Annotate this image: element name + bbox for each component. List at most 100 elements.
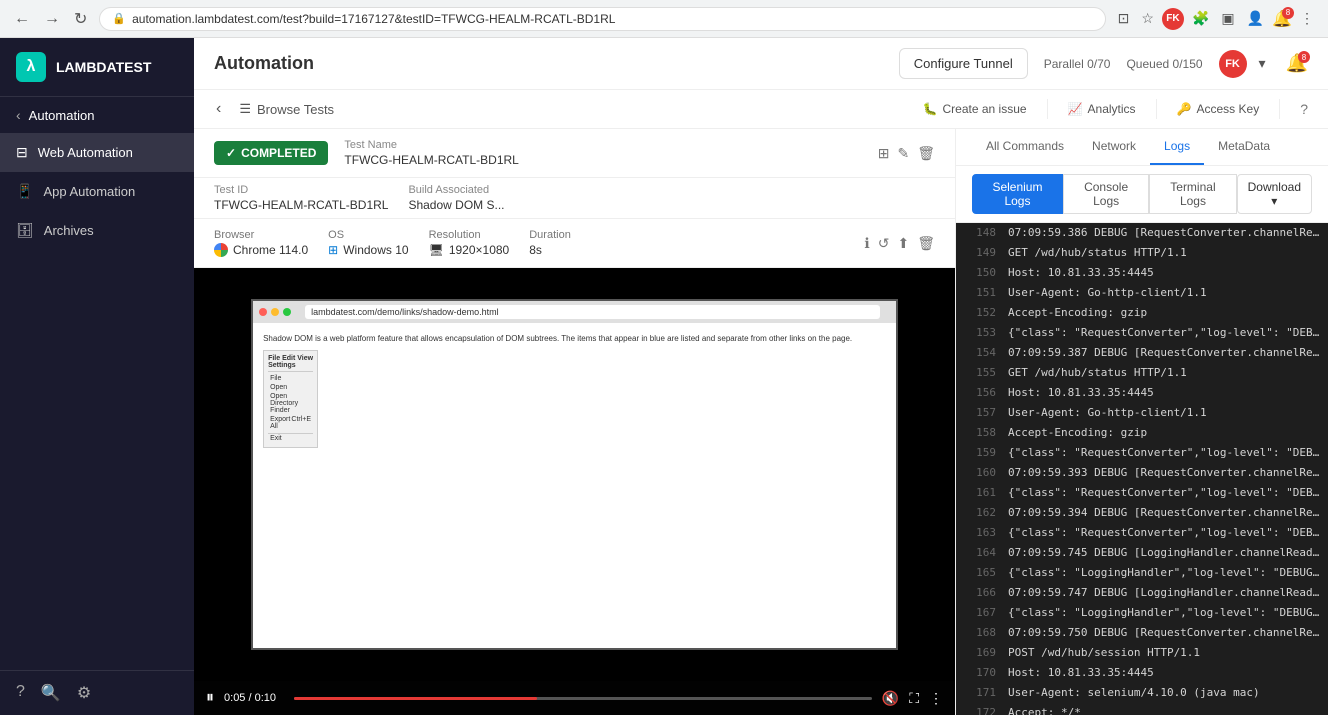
log-line-number: 152: [964, 304, 996, 322]
cast-icon[interactable]: ⊡: [1114, 6, 1134, 31]
log-tab-terminal[interactable]: Terminal Logs: [1149, 174, 1236, 214]
log-line-number: 172: [964, 704, 996, 715]
tab-logs[interactable]: Logs: [1150, 129, 1204, 165]
os-label: OS: [328, 229, 408, 241]
content-area: Automation Configure Tunnel Parallel 0/7…: [194, 38, 1328, 715]
time-display: 0:05 / 0:10: [224, 692, 284, 704]
forward-button[interactable]: →: [40, 6, 64, 32]
os-value-row: ⊞ Windows 10: [328, 243, 408, 257]
more-options-btn[interactable]: ⋮: [929, 690, 943, 707]
log-tabs-bar: Selenium Logs Console Logs Terminal Logs…: [956, 166, 1328, 223]
browser-meta-actions: ℹ ↺ ⬆ 🗑: [864, 235, 935, 252]
os-name: Windows 10: [343, 243, 408, 257]
log-tab-console[interactable]: Console Logs: [1063, 174, 1149, 214]
download-btn[interactable]: Download ▾: [1237, 174, 1312, 214]
log-line: 14807:09:59.386 DEBUG [RequestConverter.…: [956, 223, 1328, 243]
log-line-number: 155: [964, 364, 996, 382]
log-line-text: Host: 10.81.33.35:4445: [1008, 264, 1154, 282]
trash-icon-btn[interactable]: 🗑: [917, 235, 935, 252]
app-header: Automation Configure Tunnel Parallel 0/7…: [194, 38, 1328, 90]
delete-icon-btn[interactable]: 🗑: [917, 145, 935, 162]
duration-detail: Duration 8s: [529, 229, 571, 257]
profile-icon[interactable]: 👤: [1243, 6, 1268, 31]
extension-icon[interactable]: 🧩: [1188, 6, 1213, 31]
create-issue-btn[interactable]: 🐛 Create an issue: [923, 102, 1027, 116]
fullscreen-btn[interactable]: ⛶: [909, 690, 919, 707]
video-preview: lambdatest.com/demo/links/shadow-demo.ht…: [194, 268, 955, 681]
log-line-text: 07:09:59.393 DEBUG [RequestConverter.cha…: [1008, 464, 1320, 482]
edit-icon-btn[interactable]: ✎: [897, 145, 909, 162]
sidebar-item-archives[interactable]: 🗄 Archives: [0, 211, 194, 250]
search-footer-icon[interactable]: 🔍: [41, 683, 61, 703]
menu-icon[interactable]: ⋮: [1296, 6, 1318, 31]
separator-2: [1156, 99, 1157, 119]
video-controls: ⏸ 0:05 / 0:10 🔇 ⛶ ⋮: [194, 681, 955, 715]
tab-metadata[interactable]: MetaData: [1204, 129, 1284, 165]
test-id-label: Test ID: [214, 184, 388, 196]
log-line: 163{"class": "RequestConverter","log-lev…: [956, 523, 1328, 543]
parallel-info: Parallel 0/70 Queued 0/150: [1044, 57, 1203, 71]
log-line-number: 171: [964, 684, 996, 702]
play-pause-btn[interactable]: ⏸: [206, 689, 214, 707]
browser-info: Browser Chrome 114.0 OS ⊞ Windows 10: [194, 219, 955, 268]
volume-btn[interactable]: 🔇: [882, 690, 899, 707]
log-line-text: GET /wd/hub/status HTTP/1.1: [1008, 364, 1187, 382]
sidebar-logo: λ LAMBDATEST: [0, 38, 194, 97]
video-area: lambdatest.com/demo/links/shadow-demo.ht…: [194, 268, 955, 715]
build-label: Build Associated: [408, 184, 504, 196]
log-line: 16207:09:59.394 DEBUG [RequestConverter.…: [956, 503, 1328, 523]
browse-tests-btn[interactable]: ☰ Browse Tests: [239, 101, 334, 117]
help-btn[interactable]: ?: [1300, 101, 1308, 117]
log-line: 149GET /wd/hub/status HTTP/1.1: [956, 243, 1328, 263]
log-tab-selenium[interactable]: Selenium Logs: [972, 174, 1063, 214]
sidebar-back-btn[interactable]: ‹ Automation: [0, 97, 194, 133]
notification-button[interactable]: 🔔 8: [1272, 9, 1292, 29]
analytics-label: Analytics: [1088, 102, 1136, 116]
resolution-value-row: 🖥 1920×1080: [429, 243, 510, 257]
replay-icon-btn[interactable]: ↺: [878, 235, 890, 252]
log-line-number: 158: [964, 424, 996, 442]
refresh-button[interactable]: ↻: [70, 5, 91, 33]
log-line-text: {"class": "RequestConverter","log-level"…: [1008, 444, 1320, 462]
log-line: 16607:09:59.747 DEBUG [LoggingHandler.ch…: [956, 583, 1328, 603]
sidebar-item-web-automation[interactable]: ⊟ Web Automation: [0, 133, 194, 172]
log-line-text: {"class": "RequestConverter","log-level"…: [1008, 484, 1320, 502]
share-icon-btn[interactable]: ⊞: [878, 145, 890, 162]
build-value: Shadow DOM S...: [408, 198, 504, 212]
analytics-btn[interactable]: 📈 Analytics: [1068, 102, 1136, 116]
bookmark-icon[interactable]: ☆: [1137, 6, 1158, 31]
browser-actions: ⊡ ☆ FK 🧩 ▣ 👤 🔔 8 ⋮: [1114, 6, 1318, 31]
user-avatar-btn[interactable]: FK: [1162, 8, 1184, 30]
log-line: 172Accept: */*: [956, 703, 1328, 715]
user-avatar[interactable]: FK: [1219, 50, 1247, 78]
logs-container[interactable]: 14807:09:59.386 DEBUG [RequestConverter.…: [956, 223, 1328, 715]
tab-all-commands[interactable]: All Commands: [972, 129, 1078, 165]
configure-tunnel-btn[interactable]: Configure Tunnel: [899, 48, 1028, 79]
address-bar[interactable]: 🔒 automation.lambdatest.com/test?build=1…: [99, 7, 1105, 31]
header-notification-btn[interactable]: 🔔 8: [1286, 53, 1308, 74]
settings-footer-icon[interactable]: ⚙: [77, 683, 91, 703]
access-key-btn[interactable]: 🔑 Access Key: [1177, 102, 1260, 116]
sidebar-nav: ⊟ Web Automation 📱 App Automation 🗄 Arch…: [0, 133, 194, 670]
logo-icon: λ: [16, 52, 46, 82]
test-meta: Test Name TFWCG-HEALM-RCATL-BD1RL: [344, 139, 861, 167]
sidebar-icon[interactable]: ▣: [1217, 6, 1238, 31]
log-line-text: {"class": "LoggingHandler","log-level": …: [1008, 604, 1320, 622]
help-footer-icon[interactable]: ?: [16, 683, 25, 703]
back-button[interactable]: ←: [10, 6, 34, 32]
tab-network[interactable]: Network: [1078, 129, 1150, 165]
info-icon-btn[interactable]: ℹ: [864, 235, 869, 252]
log-line: 167{"class": "LoggingHandler","log-level…: [956, 603, 1328, 623]
toolbar-back-btn[interactable]: ‹: [214, 98, 223, 120]
log-line: 15407:09:59.387 DEBUG [RequestConverter.…: [956, 343, 1328, 363]
sidebar-item-app-automation[interactable]: 📱 App Automation: [0, 172, 194, 211]
log-line: 156Host: 10.81.33.35:4445: [956, 383, 1328, 403]
separator-1: [1047, 99, 1048, 119]
log-line-text: 07:09:59.386 DEBUG [RequestConverter.cha…: [1008, 224, 1320, 242]
user-dropdown-icon[interactable]: ▾: [1255, 51, 1270, 76]
log-line-number: 157: [964, 404, 996, 422]
share-icon-btn2[interactable]: ⬆: [897, 235, 909, 252]
log-line-text: POST /wd/hub/session HTTP/1.1: [1008, 644, 1200, 662]
progress-bar[interactable]: [294, 697, 872, 700]
test-info-row2: Test ID TFWCG-HEALM-RCATL-BD1RL Build As…: [194, 178, 955, 219]
